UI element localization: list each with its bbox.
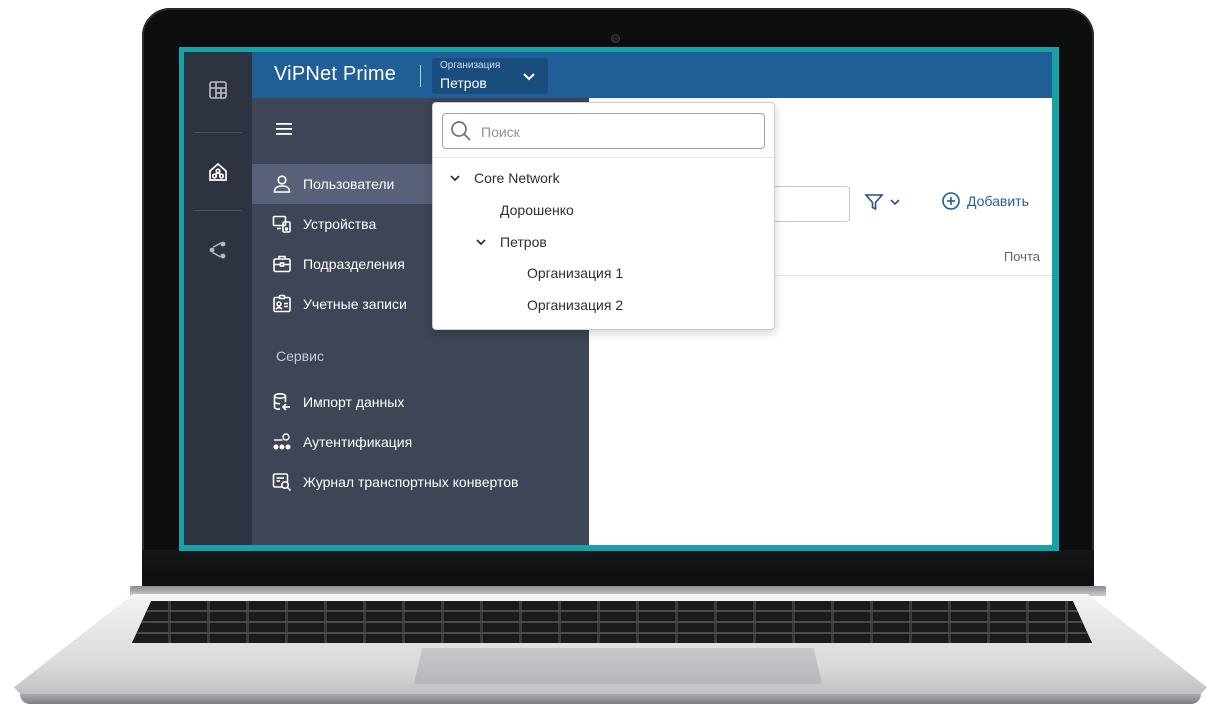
rail-grid-button[interactable] — [184, 70, 252, 110]
organization-caption: Организация — [440, 60, 501, 71]
dropdown-search — [442, 113, 765, 149]
sidebar-item-envelope-log[interactable]: Журнал транспортных конвертов — [252, 462, 589, 502]
search-icon — [451, 121, 471, 141]
sidebar-item-authentication[interactable]: Аутентификация — [252, 422, 589, 462]
filter-icon — [864, 194, 884, 211]
keyboard-row — [132, 610, 1092, 612]
tree-item-label: Организация 2 — [527, 297, 624, 313]
devices-icon — [271, 213, 293, 235]
network-home-icon — [209, 162, 227, 181]
menu-icon[interactable] — [276, 122, 294, 136]
share-nodes-icon — [209, 241, 226, 259]
plus-circle-icon — [942, 192, 960, 210]
rail-separator — [194, 132, 242, 133]
tree-item-label: Петров — [500, 234, 547, 250]
tree-item-label: Организация 1 — [527, 265, 624, 281]
keyboard-row — [132, 621, 1092, 623]
tree-item-label: Дорошенко — [500, 202, 574, 218]
sidebar-item-label: Импорт данных — [303, 394, 405, 410]
chevron-down-icon — [890, 199, 900, 206]
icon-rail — [184, 52, 252, 545]
sidebar-item-label: Журнал транспортных конвертов — [303, 474, 519, 490]
tree-item-doroshenko[interactable]: Дорошенко — [433, 196, 841, 224]
rail-network-button[interactable] — [184, 152, 252, 192]
top-bar: ViPNet Prime Организация Петров — [252, 52, 1052, 98]
section-label-service: Сервис — [276, 348, 324, 364]
rail-separator — [194, 210, 242, 211]
department-icon — [271, 253, 293, 275]
laptop-keyboard — [132, 601, 1092, 643]
chevron-down-icon — [523, 73, 535, 81]
user-icon — [271, 173, 293, 195]
sidebar-item-label: Аутентификация — [303, 434, 413, 450]
organization-dropdown: Core Network Дорошенко Петров Организаци… — [432, 102, 775, 330]
organization-value: Петров — [440, 75, 487, 91]
tree-item-organization-2[interactable]: Организация 2 — [433, 291, 868, 319]
dropdown-divider — [433, 157, 774, 158]
laptop-trackpad — [414, 648, 822, 684]
add-button[interactable]: Добавить — [941, 191, 1029, 211]
dropdown-search-input[interactable] — [479, 121, 753, 143]
authentication-icon — [271, 431, 293, 453]
sidebar-item-label: Учетные записи — [303, 296, 407, 312]
chevron-down-icon[interactable] — [474, 236, 488, 248]
tree-item-petrov[interactable]: Петров — [433, 228, 815, 256]
rail-share-button[interactable] — [184, 230, 252, 270]
envelope-log-icon — [271, 471, 293, 493]
tree-item-core-network[interactable]: Core Network — [433, 164, 789, 192]
laptop-base-edge — [20, 694, 1201, 704]
sidebar-item-label: Пользователи — [303, 176, 395, 192]
brand-separator — [420, 65, 421, 87]
sidebar-item-label: Подразделения — [303, 256, 405, 272]
id-card-icon — [271, 293, 293, 315]
grid-icon — [209, 81, 227, 99]
keyboard-row — [132, 632, 1092, 634]
app-window: ViPNet Prime Организация Петров Пользова… — [184, 52, 1052, 545]
sidebar-item-label: Устройства — [303, 216, 377, 232]
bezel-bottom — [142, 550, 1094, 590]
tree-item-organization-1[interactable]: Организация 1 — [433, 259, 868, 287]
tree-item-label: Core Network — [474, 170, 560, 186]
organization-switcher[interactable]: Организация Петров — [432, 58, 548, 94]
sidebar-item-import[interactable]: Импорт данных — [252, 382, 589, 422]
import-data-icon — [271, 391, 293, 413]
column-header-mail[interactable]: Почта — [1004, 249, 1040, 264]
filter-button[interactable] — [864, 192, 900, 212]
camera — [611, 34, 620, 43]
laptop-screen: ViPNet Prime Организация Петров Пользова… — [179, 47, 1059, 551]
app-brand: ViPNet Prime — [274, 63, 397, 85]
chevron-down-icon[interactable] — [448, 172, 462, 184]
add-button-label: Добавить — [967, 193, 1029, 209]
